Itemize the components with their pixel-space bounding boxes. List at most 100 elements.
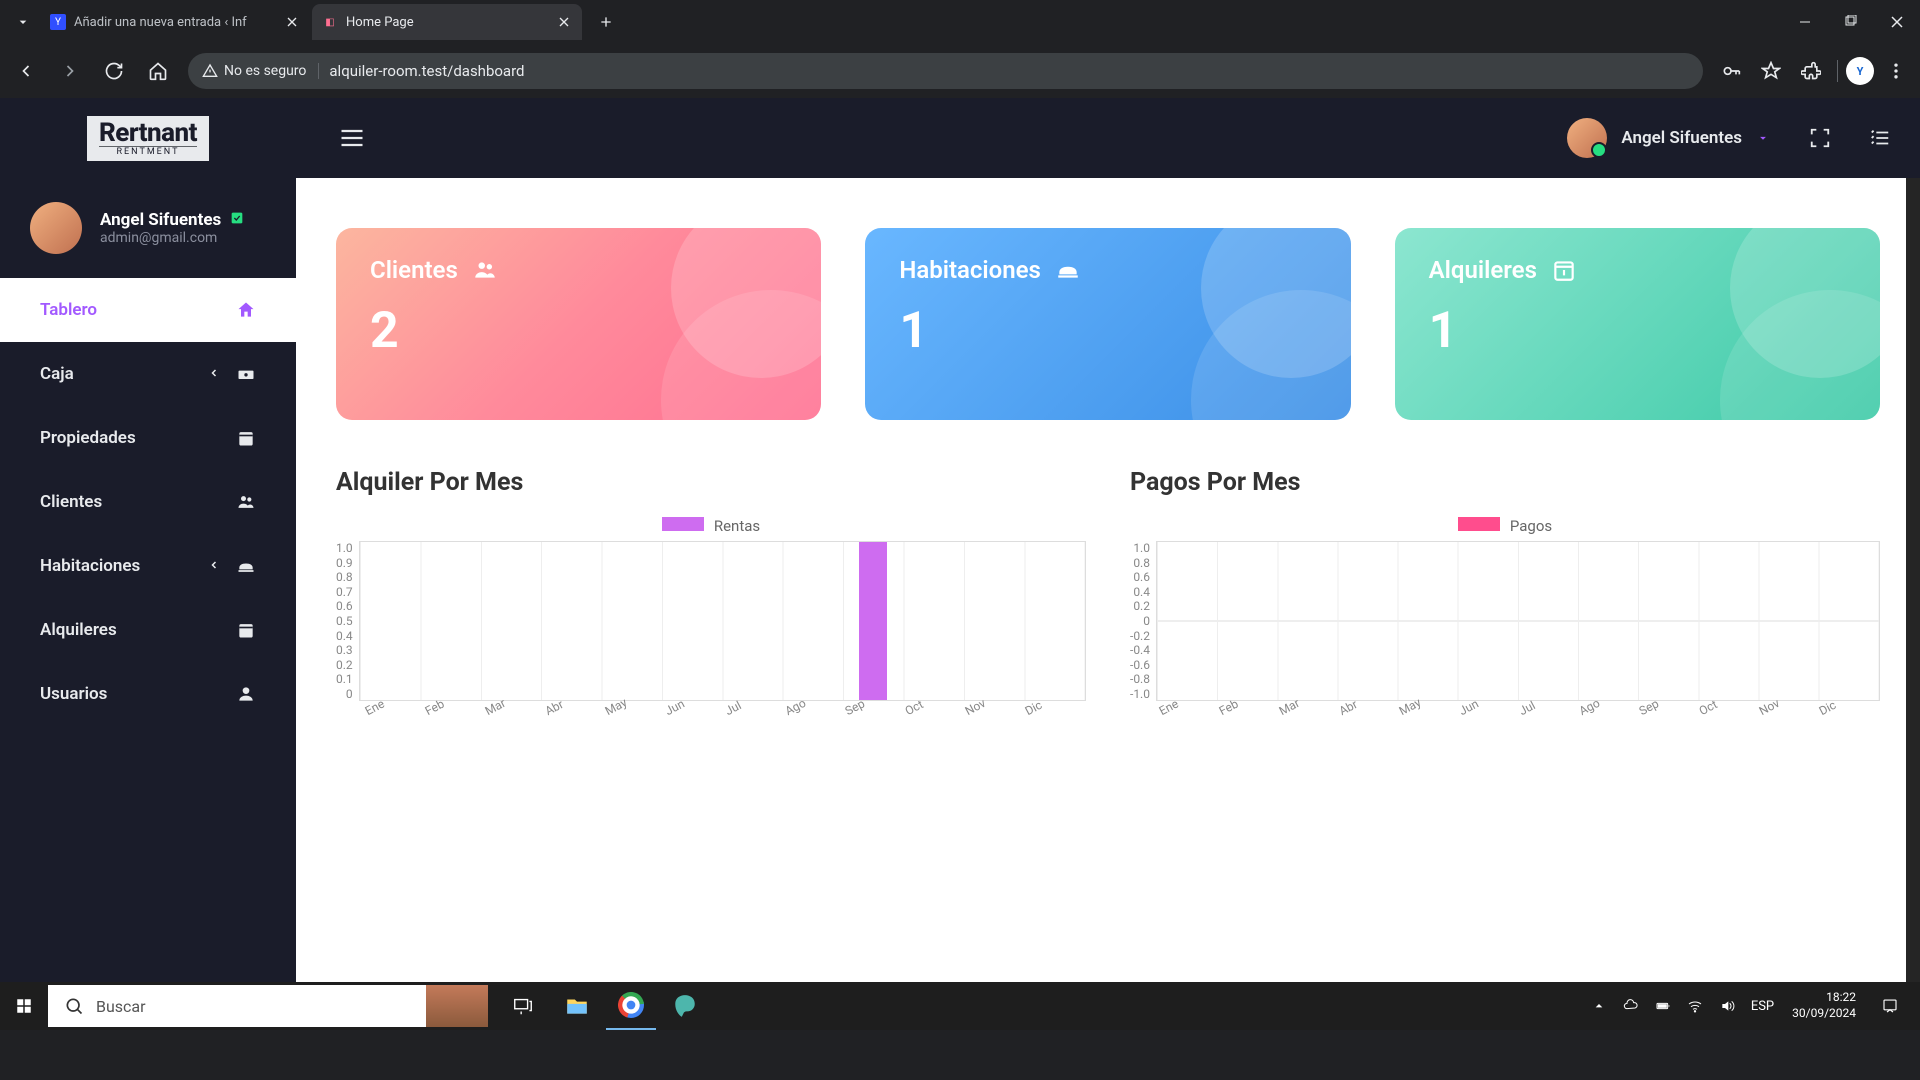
sidebar-item-habitaciones[interactable]: Habitaciones: [0, 534, 296, 598]
y-tick-label: 0: [336, 687, 353, 701]
logo[interactable]: Rertnant RENTMENT: [0, 116, 296, 161]
card-title: Habitaciones: [899, 256, 1041, 284]
plot-area: [1156, 541, 1880, 701]
maximize-button[interactable]: [1828, 0, 1874, 44]
language-indicator[interactable]: ESP: [1743, 982, 1782, 1030]
user-name: Angel Sifuentes: [100, 210, 221, 230]
file-explorer-button[interactable]: [552, 982, 602, 1030]
back-button[interactable]: [6, 51, 46, 91]
sidebar-item-tablero[interactable]: Tablero: [0, 278, 296, 342]
legend-swatch: [1458, 517, 1500, 531]
start-button[interactable]: [0, 982, 48, 1030]
y-tick-label: -0.2: [1130, 629, 1150, 643]
hamburger-menu-button[interactable]: [332, 118, 372, 158]
sidebar-item-label: Habitaciones: [40, 556, 192, 576]
main-content: Clientes 2 Habitaciones 1 Alquileres 1: [296, 98, 1920, 982]
bookmark-icon[interactable]: [1753, 53, 1789, 89]
card-alquileres[interactable]: Alquileres 1: [1395, 228, 1880, 420]
y-tick-label: -1.0: [1130, 687, 1150, 701]
new-tab-button[interactable]: [592, 8, 620, 36]
reload-button[interactable]: [94, 51, 134, 91]
browser-chrome: Y Añadir una nueva entrada ‹ Inf ◧ Home …: [0, 0, 1920, 98]
sidebar-item-label: Clientes: [40, 492, 220, 512]
cash-icon: [236, 364, 256, 384]
toolbar-icons: Y: [1713, 53, 1914, 89]
password-icon[interactable]: [1713, 53, 1749, 89]
y-tick-label: 0: [1130, 614, 1150, 628]
sidebar-item-label: Propiedades: [40, 428, 220, 448]
fullscreen-button[interactable]: [1800, 118, 1840, 158]
chart-alquiler: Alquiler Por Mes Rentas 1.00.90.80.70.60…: [336, 468, 1086, 719]
system-tray: ESP 18:22 30/09/2024: [1583, 982, 1920, 1030]
legend-swatch: [662, 517, 704, 531]
datetime[interactable]: 18:22 30/09/2024: [1782, 990, 1866, 1021]
tab-search-button[interactable]: [8, 7, 38, 37]
notifications-button[interactable]: [1866, 997, 1914, 1015]
y-tick-label: 0.6: [1130, 570, 1150, 584]
sidebar: Angel Sifuentes admin@gmail.com Tablero …: [0, 98, 296, 982]
chevron-down-icon: [1756, 131, 1770, 145]
charts-row: Alquiler Por Mes Rentas 1.00.90.80.70.60…: [336, 468, 1880, 719]
sidebar-item-clientes[interactable]: Clientes: [0, 470, 296, 534]
sidebar-item-caja[interactable]: Caja: [0, 342, 296, 406]
y-tick-label: 0.8: [336, 570, 353, 584]
home-button[interactable]: [138, 51, 178, 91]
group-icon: [472, 257, 498, 283]
close-window-button[interactable]: [1874, 0, 1920, 44]
plot-area: [359, 541, 1086, 701]
y-tick-label: -0.4: [1130, 643, 1150, 657]
menu-button[interactable]: [1878, 53, 1914, 89]
task-view-button[interactable]: [498, 982, 548, 1030]
profile-avatar[interactable]: Y: [1846, 57, 1874, 85]
close-icon[interactable]: [284, 14, 300, 30]
y-tick-label: 0.4: [336, 629, 353, 643]
tray-expand-button[interactable]: [1583, 982, 1615, 1030]
minimize-button[interactable]: [1782, 0, 1828, 44]
taskbar-search[interactable]: Buscar: [48, 985, 426, 1027]
separator: [1837, 60, 1838, 82]
volume-icon[interactable]: [1711, 982, 1743, 1030]
legend-label: Pagos: [1510, 517, 1552, 535]
home-icon: [236, 300, 256, 320]
url-bar[interactable]: No es seguro alquiler-room.test/dashboar…: [188, 53, 1703, 89]
app-body: Angel Sifuentes admin@gmail.com Tablero …: [0, 98, 1920, 982]
card-clientes[interactable]: Clientes 2: [336, 228, 821, 420]
app-button[interactable]: [660, 982, 710, 1030]
calendar-icon: [236, 620, 256, 640]
chart-title: Pagos Por Mes: [1130, 468, 1880, 497]
y-tick-label: 0.1: [336, 672, 353, 686]
avatar: [1567, 118, 1607, 158]
sidebar-item-alquileres[interactable]: Alquileres: [0, 598, 296, 662]
wifi-icon[interactable]: [1679, 982, 1711, 1030]
card-habitaciones[interactable]: Habitaciones 1: [865, 228, 1350, 420]
tab-bar: Y Añadir una nueva entrada ‹ Inf ◧ Home …: [0, 0, 1920, 44]
list-settings-button[interactable]: [1860, 118, 1900, 158]
user-menu[interactable]: Angel Sifuentes: [1567, 118, 1800, 158]
y-tick-label: -0.6: [1130, 658, 1150, 672]
search-icon: [64, 996, 84, 1016]
y-tick-label: 0.3: [336, 643, 353, 657]
sidebar-item-label: Usuarios: [40, 684, 220, 704]
y-tick-label: 0.7: [336, 585, 353, 599]
user-profile[interactable]: Angel Sifuentes admin@gmail.com: [0, 178, 296, 278]
bed-icon: [236, 556, 256, 576]
chart-pagos: Pagos Por Mes Pagos 1.00.80.60.40.20-0.2…: [1130, 468, 1880, 719]
chrome-button[interactable]: [606, 982, 656, 1030]
y-tick-label: 1.0: [1130, 541, 1150, 555]
search-highlight-icon[interactable]: [426, 985, 488, 1027]
sidebar-item-usuarios[interactable]: Usuarios: [0, 662, 296, 726]
person-icon: [236, 684, 256, 704]
sidebar-item-propiedades[interactable]: Propiedades: [0, 406, 296, 470]
tab-inactive[interactable]: Y Añadir una nueva entrada ‹ Inf: [40, 4, 310, 40]
forward-button[interactable]: [50, 51, 90, 91]
onedrive-icon[interactable]: [1615, 982, 1647, 1030]
tab-active[interactable]: ◧ Home Page: [312, 4, 582, 40]
nav: Tablero Caja Propiedades Clientes Habita…: [0, 278, 296, 726]
battery-icon[interactable]: [1647, 982, 1679, 1030]
chart-legend: Rentas: [336, 517, 1086, 535]
security-badge[interactable]: No es seguro: [202, 63, 319, 79]
extensions-icon[interactable]: [1793, 53, 1829, 89]
close-icon[interactable]: [556, 14, 572, 30]
x-axis: EneFebMarAbrMayJunJulAgoSepOctNovDic: [1130, 705, 1880, 719]
avatar: [30, 202, 82, 254]
